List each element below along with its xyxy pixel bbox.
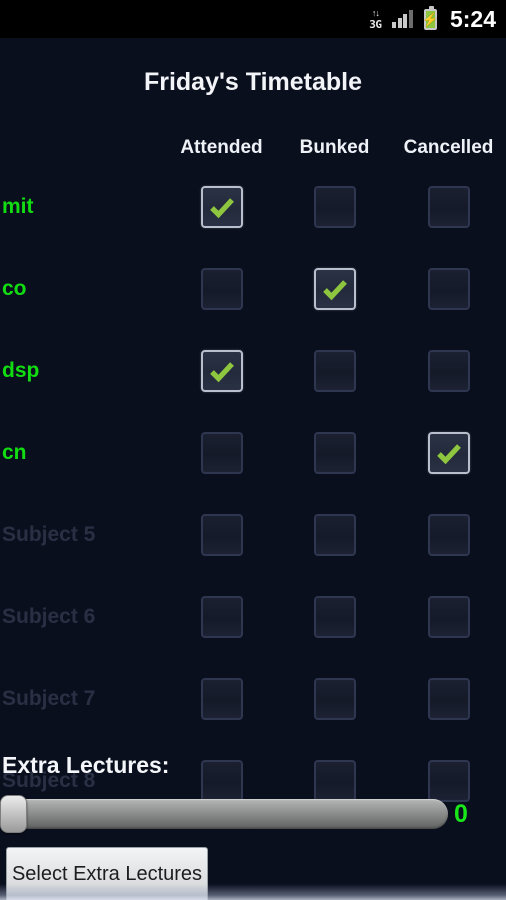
extra-lectures-slider[interactable] xyxy=(0,795,448,833)
checkbox-cancelled[interactable] xyxy=(427,432,470,474)
cell-attended xyxy=(165,432,278,474)
checkbox-bunked[interactable] xyxy=(313,186,356,228)
cell-cancelled xyxy=(391,432,506,474)
cell-cancelled xyxy=(391,186,506,228)
page-title: Friday's Timetable xyxy=(143,68,363,96)
subject-label: cn xyxy=(2,441,27,464)
checkbox-attended[interactable] xyxy=(200,268,243,310)
cell-bunked xyxy=(278,596,391,638)
cell-bunked xyxy=(278,432,391,474)
status-bar: ↑↓ 3G ⚡ 5:24 xyxy=(0,0,506,38)
checkbox-bunked[interactable] xyxy=(313,350,356,392)
checkbox-attended[interactable] xyxy=(200,350,243,392)
table-header-row: Attended Bunked Cancelled xyxy=(0,130,506,166)
checkbox-attended[interactable] xyxy=(200,186,243,228)
battery-charging-icon: ⚡ xyxy=(422,5,439,30)
extra-lectures-label: Extra Lectures: xyxy=(2,752,170,778)
table-row: co xyxy=(0,248,506,330)
cell-cancelled xyxy=(391,350,506,392)
select-extra-lectures-button[interactable]: Select Extra Lectures xyxy=(6,847,208,900)
cell-bunked xyxy=(278,514,391,556)
column-header-cancelled: Cancelled xyxy=(403,137,494,158)
network-3g-icon: ↑↓ 3G xyxy=(369,7,382,31)
checkbox-cancelled[interactable] xyxy=(427,350,470,392)
signal-bars-icon xyxy=(392,10,413,28)
checkbox-cancelled[interactable] xyxy=(427,186,470,228)
cell-bunked xyxy=(278,350,391,392)
table-row: Subject 6 xyxy=(0,576,506,658)
cell-cancelled xyxy=(391,268,506,310)
cell-attended xyxy=(165,514,278,556)
column-header-attended: Attended xyxy=(180,137,263,158)
subject-label: Subject 7 xyxy=(2,687,96,710)
data-transfer-arrows-icon: ↑↓ xyxy=(371,7,380,18)
slider-thumb[interactable] xyxy=(0,795,27,833)
slider-value-label: 0 xyxy=(454,799,468,828)
table-row: cn xyxy=(0,412,506,494)
table-body: mit co dsp cn Subject 5 Subject 6 Subject 7 Sub… xyxy=(0,166,506,822)
checkbox-bunked xyxy=(313,596,356,638)
subject-label: mit xyxy=(2,195,34,218)
checkbox-cancelled xyxy=(427,514,470,556)
checkmark-icon xyxy=(209,198,234,219)
checkbox-cancelled[interactable] xyxy=(427,268,470,310)
checkbox-attended xyxy=(200,678,243,720)
checkbox-bunked[interactable] xyxy=(313,432,356,474)
extra-lectures-slider-row: 0 xyxy=(0,790,506,838)
cell-cancelled xyxy=(391,514,506,556)
checkbox-cancelled xyxy=(427,678,470,720)
checkbox-attended xyxy=(200,514,243,556)
checkbox-bunked xyxy=(313,678,356,720)
cell-bunked xyxy=(278,186,391,228)
network-type-label: 3G xyxy=(369,17,382,31)
cell-attended xyxy=(165,350,278,392)
checkmark-icon xyxy=(322,280,347,301)
checkmark-icon xyxy=(209,362,234,383)
timetable-grid: Attended Bunked Cancelled mit co dsp cn Subj… xyxy=(0,130,506,822)
column-header-bunked: Bunked xyxy=(299,137,370,158)
charging-bolt-icon: ⚡ xyxy=(422,11,439,27)
table-row: Subject 5 xyxy=(0,494,506,576)
cell-cancelled xyxy=(391,596,506,638)
subject-label: dsp xyxy=(2,359,40,382)
checkbox-attended[interactable] xyxy=(200,432,243,474)
subject-label: Subject 5 xyxy=(2,523,96,546)
cell-attended xyxy=(165,268,278,310)
cell-attended xyxy=(165,186,278,228)
cell-bunked xyxy=(278,268,391,310)
app-screen: ↑↓ 3G ⚡ 5:24 Friday's Timetable Attended… xyxy=(0,0,506,900)
table-row: Subject 7 xyxy=(0,658,506,740)
checkmark-icon xyxy=(436,444,461,465)
cell-attended xyxy=(165,678,278,720)
table-row: dsp xyxy=(0,330,506,412)
checkbox-cancelled xyxy=(427,596,470,638)
status-bar-clock: 5:24 xyxy=(449,5,496,32)
checkbox-bunked xyxy=(313,514,356,556)
cell-attended xyxy=(165,596,278,638)
subject-label: co xyxy=(2,277,27,300)
checkbox-attended xyxy=(200,596,243,638)
table-row: mit xyxy=(0,166,506,248)
subject-label: Subject 6 xyxy=(2,605,96,628)
checkbox-bunked[interactable] xyxy=(313,268,356,310)
cell-cancelled xyxy=(391,678,506,720)
cell-bunked xyxy=(278,678,391,720)
